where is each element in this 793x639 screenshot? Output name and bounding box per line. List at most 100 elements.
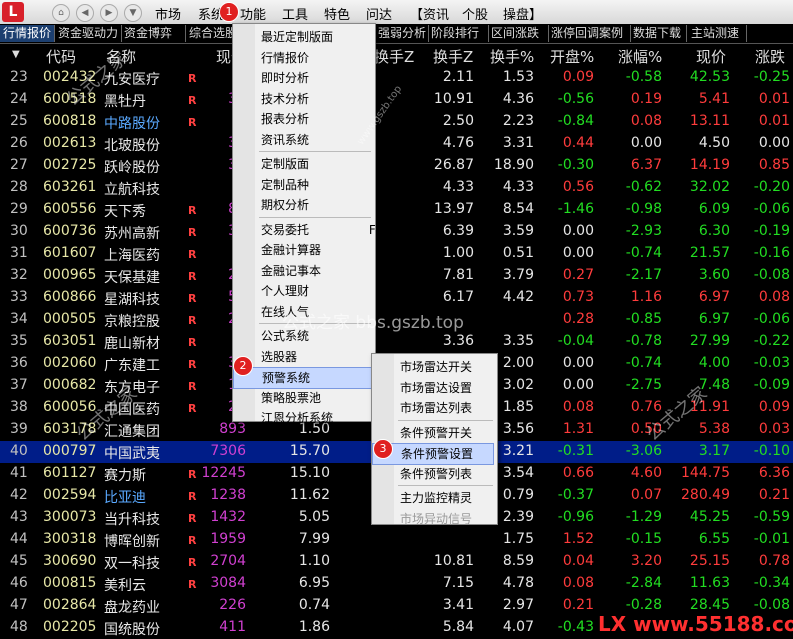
turnover-pct: 1.75 xyxy=(502,531,534,547)
tab-quotes[interactable]: 行情报价 xyxy=(0,25,55,42)
menu-news[interactable]: 【资讯 xyxy=(410,4,449,23)
home-icon[interactable]: ⌂ xyxy=(52,4,70,22)
system-menu-item[interactable]: 期权分析 ▶ xyxy=(233,195,401,215)
table-row[interactable]: 44 300318 博晖创新 R 1959 7.99 1.75 1.52 -0.15 6.55 -0… xyxy=(0,529,793,551)
table-row[interactable]: 46 000815 美利云 R 3084 6.95 7.15 4.78 0.08 -2.84 11.… xyxy=(0,573,793,595)
header-code[interactable]: 代码 xyxy=(46,46,76,67)
tab-capital-drive[interactable]: 资金驱动力 xyxy=(55,25,122,42)
price: 6.09 xyxy=(698,201,730,217)
turnover-pct: 4.07 xyxy=(502,619,534,635)
open-pct: -0.37 xyxy=(557,487,594,503)
table-row[interactable]: 47 002864 盘龙药业 226 0.74 3.41 2.97 0.21 -0.28 28.4… xyxy=(0,595,793,617)
volume: 411 xyxy=(219,619,246,635)
price: 3.17 xyxy=(698,443,730,459)
header-change-pct[interactable]: 涨幅% xyxy=(618,46,662,67)
change: -0.25 xyxy=(753,69,790,85)
system-menu-item[interactable]: 技术分析 xyxy=(233,89,401,109)
row-number: 47 xyxy=(10,597,28,613)
price: 4.50 xyxy=(698,135,730,151)
table-row[interactable]: 48 002205 国统股份 411 1.86 5.84 4.07 -0.43 xyxy=(0,617,793,639)
tab-limit-up-cases[interactable]: 涨停回调案例 xyxy=(548,25,631,42)
menu-item-label: 即时分析 xyxy=(261,71,310,85)
sort-arrow-icon[interactable]: ▼ xyxy=(12,49,20,60)
open-pct: 0.08 xyxy=(562,575,594,591)
stock-code: 603178 xyxy=(43,421,97,437)
turnover-z: 26.87 xyxy=(433,157,474,173)
value-a: 15.10 xyxy=(289,465,330,481)
alert-submenu-item[interactable]: 市场雷达设置 xyxy=(372,378,494,398)
tab-data-download[interactable]: 数据下载 xyxy=(630,25,687,42)
open-pct: 1.31 xyxy=(562,421,594,437)
stock-code: 600736 xyxy=(43,223,97,239)
stock-code: 002594 xyxy=(43,487,97,503)
system-menu-item[interactable]: 定制品种 ▶ xyxy=(233,175,401,195)
header-price2[interactable]: 现价 xyxy=(696,46,726,67)
header-turnover-z2[interactable]: 换手Z xyxy=(433,46,473,67)
alert-submenu-item[interactable]: 市场雷达开关 xyxy=(372,357,494,377)
tab-capital-game[interactable]: 资金博弈 xyxy=(121,25,186,42)
alert-submenu-item[interactable]: 主力监控精灵 xyxy=(372,488,494,508)
header-change[interactable]: 涨跌 xyxy=(755,46,785,67)
tab-stage-rank[interactable]: 阶段排行 xyxy=(428,25,489,42)
menu-wenda[interactable]: 问达 xyxy=(366,4,392,23)
change-pct: 0.08 xyxy=(630,113,662,129)
system-menu-item[interactable]: 即时分析 xyxy=(233,68,401,88)
open-pct: -0.31 xyxy=(557,443,594,459)
price: 27.99 xyxy=(689,333,730,349)
system-menu-item[interactable]: 在线人气 xyxy=(233,302,401,322)
system-menu-item[interactable]: 交易委托 F12 xyxy=(233,220,401,240)
system-menu-item[interactable]: 行情报价 xyxy=(233,48,401,68)
tab-stock-picking[interactable]: 综合选股 xyxy=(186,25,237,42)
turnover-z: 3.41 xyxy=(442,597,474,613)
header-name[interactable]: 名称 xyxy=(106,46,136,67)
back-icon[interactable]: ◀ xyxy=(76,4,94,22)
turnover-pct: 3.35 xyxy=(502,333,534,349)
price: 6.30 xyxy=(698,223,730,239)
stock-name: 赛力斯 xyxy=(104,468,146,484)
open-pct: 0.28 xyxy=(562,311,594,327)
step-badge-1: 1 xyxy=(219,2,239,22)
alert-submenu-item[interactable]: 条件预警列表 xyxy=(372,464,494,484)
table-row[interactable]: 45 300690 双一科技 R 2704 1.10 10.81 8.59 0.04 3.20 25… xyxy=(0,551,793,573)
volume: 1959 xyxy=(210,531,246,547)
open-pct: 0.00 xyxy=(562,223,594,239)
system-menu-item[interactable]: 资讯系统 F7 xyxy=(233,130,401,150)
menu-tools[interactable]: 工具 xyxy=(282,4,308,23)
menu-function[interactable]: 功能 xyxy=(240,4,266,23)
price: 3.60 xyxy=(698,267,730,283)
tab-server-speed[interactable]: 主站测速 xyxy=(688,25,747,42)
system-menu-item[interactable]: 金融计算器 31 xyxy=(233,240,401,260)
stock-name: 上海医药 xyxy=(104,248,160,264)
menu-featured[interactable]: 特色 xyxy=(324,4,350,23)
menu-item-label: 金融计算器 xyxy=(261,243,322,257)
price: 11.91 xyxy=(689,399,730,415)
stock-code: 600056 xyxy=(43,399,97,415)
system-menu-item[interactable]: 公式系统 ▶ xyxy=(233,326,401,346)
stock-name: 北玻股份 xyxy=(104,138,160,154)
volume: 3084 xyxy=(210,575,246,591)
turnover-pct: 4.33 xyxy=(502,179,534,195)
row-number: 27 xyxy=(10,157,28,173)
tab-range-change[interactable]: 区间涨跌 xyxy=(488,25,549,42)
system-menu-item[interactable]: 个人理财 xyxy=(233,281,401,301)
header-turnover-pct[interactable]: 换手% xyxy=(490,46,534,67)
system-menu-item[interactable]: 金融记事本 32 xyxy=(233,261,401,281)
system-menu-item[interactable]: 报表分析 xyxy=(233,109,401,129)
submenu-arrow-icon: ▶ xyxy=(386,331,393,341)
alert-submenu-item[interactable]: 条件预警开关 xyxy=(372,423,494,443)
turnover-z: 13.97 xyxy=(433,201,474,217)
menu-market[interactable]: 市场 xyxy=(155,4,181,23)
forward-icon[interactable]: ▶ xyxy=(100,4,118,22)
header-open-pct[interactable]: 开盘% xyxy=(550,46,594,67)
system-menu-item[interactable]: 最近定制版面 xyxy=(233,27,401,47)
alert-submenu-item[interactable]: 市场雷达列表 xyxy=(372,398,494,418)
menu-trading[interactable]: 操盘】 xyxy=(503,4,542,23)
change-pct: -2.75 xyxy=(625,377,662,393)
dropdown-icon[interactable]: ▼ xyxy=(124,4,142,22)
price: 7.48 xyxy=(698,377,730,393)
menu-stock[interactable]: 个股 xyxy=(462,4,488,23)
stock-name: 双一科技 xyxy=(104,556,160,572)
menu-item-label: 选股器 xyxy=(261,349,298,364)
price: 25.15 xyxy=(689,553,730,569)
system-menu-item[interactable]: 定制版面 ▶ xyxy=(233,154,401,174)
